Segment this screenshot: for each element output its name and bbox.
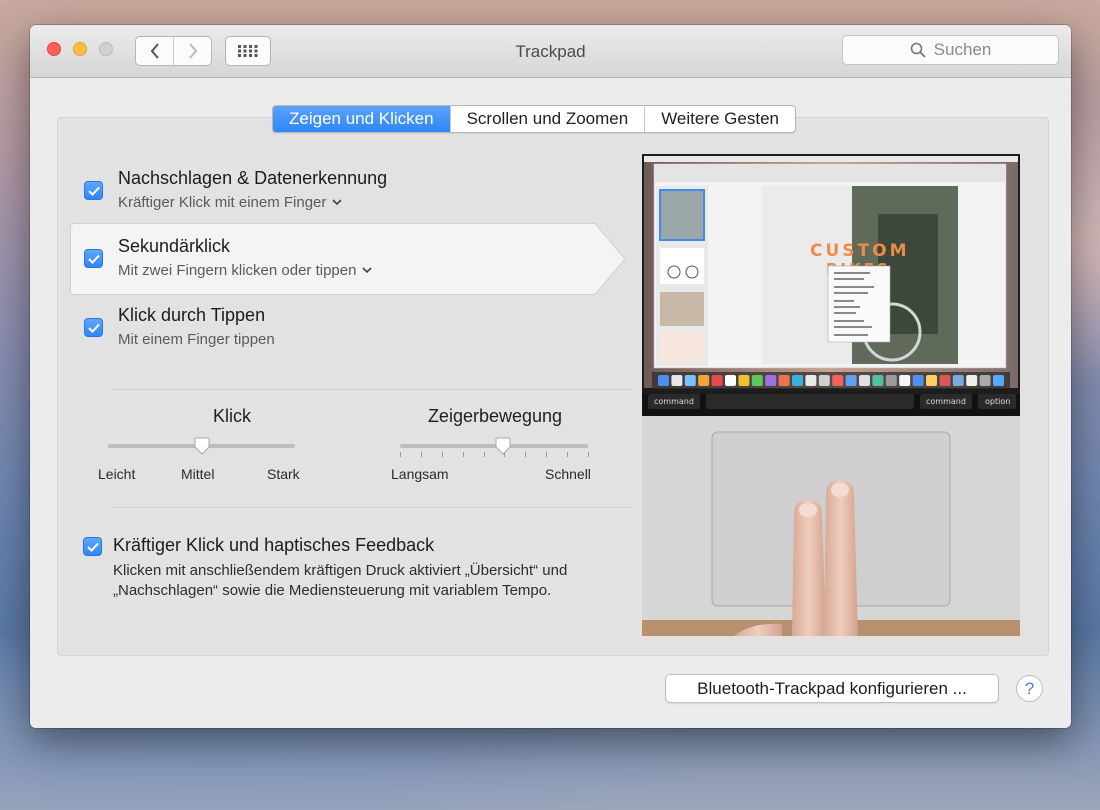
force-click-description: Klicken mit anschließendem kräftigen Dru… xyxy=(113,562,568,599)
chevron-down-icon xyxy=(362,267,373,274)
dock-app-icon xyxy=(818,375,830,386)
pointer-slider-tick xyxy=(588,452,589,457)
option-nachschlagen[interactable]: Nachschlagen & Datenerkennung Kräftiger … xyxy=(70,155,620,225)
pointer-slider-knob[interactable] xyxy=(495,437,511,457)
dock-app-icon xyxy=(979,375,991,386)
help-button[interactable]: ? xyxy=(1016,675,1043,702)
dock-app-icon xyxy=(939,375,951,386)
pointer-slider-tick xyxy=(462,452,464,457)
dock-app-icon xyxy=(993,375,1004,386)
checkmark-icon xyxy=(87,254,100,264)
pointer-slider-tick xyxy=(483,452,485,457)
option-subtitle: Mit einem Finger tippen xyxy=(118,331,275,348)
key-command-right: command xyxy=(926,397,966,406)
tippen-checkbox[interactable] xyxy=(84,318,103,337)
force-click-title: Kräftiger Klick und haptisches Feedback xyxy=(113,535,435,555)
key-command-left: command xyxy=(654,397,694,406)
option-title: Nachschlagen & Datenerkennung xyxy=(118,168,388,188)
help-icon: ? xyxy=(1024,678,1035,698)
bluetooth-trackpad-button[interactable]: Bluetooth-Trackpad konfigurieren ... xyxy=(665,674,999,703)
trackpad-illustration: CUSTOM BIKES command command option xyxy=(642,154,1020,636)
pointer-slider-tick xyxy=(525,452,527,457)
gesture-preview: CUSTOM BIKES command command option xyxy=(642,154,1020,636)
tab-bar: Zeigen und Klicken Scrollen und Zoomen W… xyxy=(272,105,796,133)
tab-zeigen-und-klicken[interactable]: Zeigen und Klicken xyxy=(273,106,450,132)
pointer-slider-title: Zeigerbewegung xyxy=(427,406,563,426)
dock-app-icon xyxy=(725,375,736,386)
key-option: option xyxy=(985,397,1010,406)
pointer-slider-tick xyxy=(420,452,422,457)
option-title: Sekundärklick xyxy=(118,236,231,256)
dock-app-icon xyxy=(912,375,924,386)
dock-app-icon xyxy=(899,375,911,386)
dock-app-icon xyxy=(658,375,669,386)
option-subtitle-menu[interactable]: Kräftiger Klick mit einem Finger xyxy=(118,194,342,211)
checkmark-icon xyxy=(87,186,100,196)
sekundaerklick-checkbox[interactable] xyxy=(84,249,103,268)
dock-app-icon xyxy=(832,375,844,386)
click-slider-title: Klick xyxy=(212,406,251,426)
dock-app-icon xyxy=(698,375,710,386)
click-slider-max-label: Stark xyxy=(267,466,300,482)
pointer-slider-tick xyxy=(400,452,401,457)
pointer-slider-tick xyxy=(441,452,443,457)
dock-app-icon xyxy=(885,375,897,386)
pointer-slider-min-label: Langsam xyxy=(391,466,449,482)
dock-app-icon xyxy=(684,375,696,386)
click-slider-min-label: Leicht xyxy=(98,466,136,482)
option-sekundaerklick[interactable]: Sekundärklick Mit zwei Fingern klicken o… xyxy=(70,223,620,293)
pointer-slider-max-label: Schnell xyxy=(545,466,591,482)
search-icon xyxy=(910,42,926,58)
option-title: Klick durch Tippen xyxy=(118,305,266,325)
option-subtitle: Kräftiger Klick mit einem Finger xyxy=(118,194,327,211)
dock-app-icon xyxy=(765,375,777,386)
dock-app-icon xyxy=(671,375,683,386)
option-subtitle: Mit zwei Fingern klicken oder tippen xyxy=(118,262,357,279)
preferences-window: Trackpad Suchen Zeigen und Klicken Scrol… xyxy=(30,25,1071,728)
dock-app-icon xyxy=(952,375,964,386)
chevron-down-icon xyxy=(332,199,342,206)
search-field[interactable]: Suchen xyxy=(842,35,1059,65)
search-placeholder: Suchen xyxy=(933,40,992,59)
checkmark-icon xyxy=(86,542,99,552)
tab-weitere-gesten[interactable]: Weitere Gesten xyxy=(644,106,795,132)
dock-app-icon xyxy=(751,375,763,386)
click-slider-knob[interactable] xyxy=(194,437,210,457)
separator xyxy=(112,389,632,390)
dock-app-icon xyxy=(711,375,723,386)
checkmark-icon xyxy=(87,323,100,333)
dock-app-icon xyxy=(805,375,817,386)
titlebar: Trackpad Suchen xyxy=(30,25,1071,78)
force-click-checkbox[interactable] xyxy=(83,537,102,556)
click-slider-mid-label: Mittel xyxy=(181,466,215,482)
pointer-slider-tick xyxy=(567,452,569,457)
dock-app-icon xyxy=(859,375,870,386)
option-subtitle-menu[interactable]: Mit zwei Fingern klicken oder tippen xyxy=(118,262,373,279)
dock-app-icon xyxy=(778,375,790,386)
option-subtitle-text: Mit einem Finger tippen xyxy=(118,331,275,348)
dock-app-icon xyxy=(966,375,978,386)
dock-app-icon xyxy=(845,375,857,386)
option-klick-durch-tippen[interactable]: Klick durch Tippen Mit einem Finger tipp… xyxy=(70,292,620,362)
pointer-slider-tick xyxy=(546,452,548,457)
dock-app-icon xyxy=(926,375,937,386)
tab-scrollen-und-zoomen[interactable]: Scrollen und Zoomen xyxy=(449,106,645,132)
dock-app-icon xyxy=(872,375,884,386)
dock-app-icon xyxy=(792,375,803,386)
dock-app-icon xyxy=(738,375,750,386)
pointer-slider-track[interactable] xyxy=(400,444,588,448)
separator xyxy=(112,507,632,508)
nachschlagen-checkbox[interactable] xyxy=(84,181,103,200)
slide-text: CUSTOM xyxy=(810,241,910,261)
